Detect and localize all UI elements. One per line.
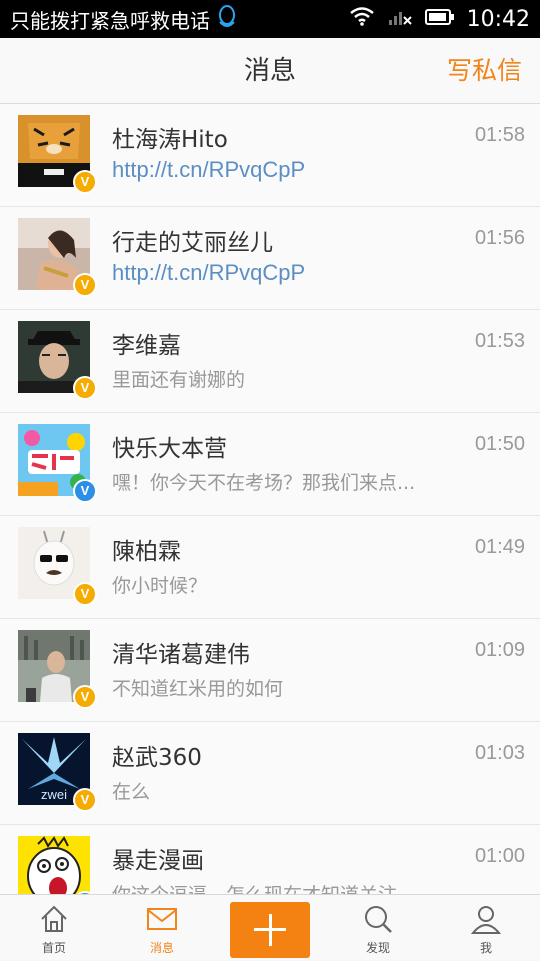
tab-discover[interactable]: 发现 — [324, 895, 432, 961]
tab-messages-label: 消息 — [149, 941, 174, 955]
message-row[interactable]: V 李维嘉 01:53 里面还有谢娜的 — [0, 310, 540, 413]
message-preview: 嘿！你今天不在考场？那我们来点... — [112, 472, 416, 494]
message-row[interactable]: zwei V 赵武360 01:03 在么 — [0, 722, 540, 825]
sender-name: 行走的艾丽丝儿 — [112, 230, 273, 256]
tab-me-label: 我 — [479, 941, 492, 955]
message-row[interactable]: V 行走的艾丽丝儿 01:56 http://t.cn/RPvqCpP — [0, 207, 540, 310]
message-row[interactable]: V 快乐大本营 01:50 嘿！你今天不在考场？那我们来点... — [0, 413, 540, 516]
message-time: 01:03 — [474, 742, 525, 764]
avatar[interactable]: zwei V — [18, 733, 97, 812]
verified-badge: V — [73, 479, 97, 503]
verified-badge: V — [73, 685, 97, 709]
bottom-tab-bar: 首页 消息 发现 我 — [0, 894, 540, 960]
message-preview: 你这个逗逼，怎么现在才知道关注 — [112, 880, 452, 894]
avatar[interactable]: V — [18, 218, 97, 297]
sender-name: 李维嘉 — [112, 333, 181, 359]
avatar[interactable]: V — [18, 115, 97, 194]
message-time: 01:53 — [474, 330, 525, 352]
message-row[interactable]: V 清华诸葛建伟 01:09 不知道红米用的如何 — [0, 619, 540, 722]
message-preview-link[interactable]: http://t.cn/RPvqCpP — [112, 260, 452, 286]
status-bar: 只能拨打紧急呼救电话 10:42 — [0, 0, 540, 38]
clock: 10:42 — [466, 6, 530, 32]
verified-badge: V — [73, 273, 97, 297]
tab-home[interactable]: 首页 — [0, 895, 108, 961]
compose-button[interactable]: 写私信 — [447, 38, 522, 104]
message-time: 01:09 — [474, 639, 525, 661]
svg-text:zwei: zwei — [41, 787, 67, 802]
tab-compose[interactable] — [216, 895, 324, 961]
sender-name: 杜海涛Hito — [112, 127, 228, 153]
battery-icon — [424, 7, 455, 32]
message-time: 01:49 — [474, 536, 525, 558]
message-list[interactable]: V 杜海涛Hito 01:58 http://t.cn/RPvqCpP V 行走… — [0, 104, 540, 894]
sender-name: 陳柏霖 — [112, 539, 181, 565]
message-time: 01:58 — [474, 124, 525, 146]
avatar[interactable]: V — [18, 527, 97, 606]
status-right: 10:42 — [349, 6, 530, 32]
message-preview: 你小时候？ — [112, 575, 208, 597]
avatar[interactable]: V — [18, 321, 97, 400]
sender-name: 快乐大本营 — [112, 436, 227, 462]
verified-badge: V — [73, 170, 97, 194]
message-time: 01:56 — [474, 227, 525, 249]
message-time: 01:50 — [474, 433, 525, 455]
plus-icon[interactable] — [230, 902, 310, 958]
tab-home-label: 首页 — [41, 941, 66, 955]
wifi-icon — [349, 6, 375, 32]
tab-messages[interactable]: 消息 — [108, 895, 216, 961]
mail-icon — [147, 908, 177, 930]
message-row[interactable]: V 暴走漫画 01:00 你这个逗逼，怎么现在才知道关注 — [0, 825, 540, 894]
search-icon — [365, 906, 392, 933]
message-time: 01:00 — [474, 845, 525, 867]
avatar[interactable]: V — [18, 836, 97, 894]
tab-discover-label: 发现 — [365, 941, 390, 955]
profile-icon — [470, 906, 502, 934]
message-preview: 里面还有谢娜的 — [112, 369, 246, 391]
tab-me[interactable]: 我 — [432, 895, 540, 961]
message-preview: 不知道红米用的如何 — [112, 678, 284, 700]
home-icon — [41, 905, 67, 932]
verified-badge: V — [73, 788, 97, 812]
sender-name: 清华诸葛建伟 — [112, 642, 250, 668]
message-row[interactable]: V 杜海涛Hito 01:58 http://t.cn/RPvqCpP — [0, 104, 540, 207]
message-preview: 在么 — [112, 781, 151, 803]
message-row[interactable]: V 陳柏霖 01:49 你小时候？ — [0, 516, 540, 619]
sender-name: 赵武360 — [112, 745, 202, 771]
message-preview-link[interactable]: http://t.cn/RPvqCpP — [112, 157, 452, 183]
verified-badge: V — [73, 582, 97, 606]
status-left: 只能拨打紧急呼救电话 — [10, 4, 238, 35]
signal-icon — [387, 6, 413, 32]
carrier-text: 只能拨打紧急呼救电话 — [10, 8, 210, 33]
avatar[interactable]: V — [18, 630, 97, 709]
verified-badge: V — [73, 376, 97, 400]
sender-name: 暴走漫画 — [112, 848, 204, 874]
avatar[interactable]: V — [18, 424, 97, 503]
qq-icon — [216, 4, 238, 35]
app-header: 消息 写私信 — [0, 38, 540, 104]
